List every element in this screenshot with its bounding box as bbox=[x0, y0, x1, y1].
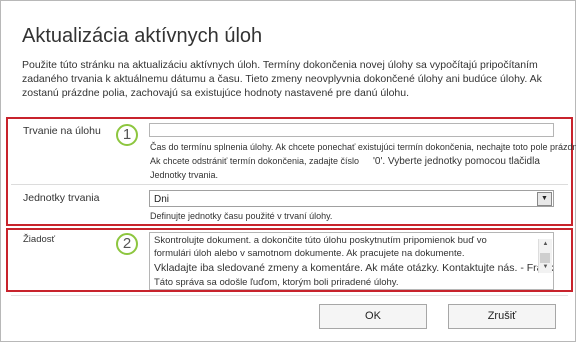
units-label: Jednotky trvania bbox=[23, 192, 100, 204]
duration-hint-line2b: '0'. Vyberte jednotky pomocou tlačidla bbox=[373, 156, 540, 167]
scroll-down-icon[interactable]: ▼ bbox=[539, 262, 552, 273]
units-select[interactable]: Dni ▼ bbox=[149, 190, 554, 207]
request-scrollbar[interactable]: ▲ ▼ bbox=[538, 239, 552, 273]
duration-input[interactable] bbox=[149, 123, 554, 137]
callout-1-icon: 1 bbox=[116, 124, 138, 146]
chevron-down-icon[interactable]: ▼ bbox=[537, 192, 552, 206]
duration-hint-line2a: Ak chcete odstrániť termín dokončenia, z… bbox=[150, 156, 359, 166]
scroll-up-icon[interactable]: ▲ bbox=[539, 239, 552, 250]
update-active-tasks-dialog: Aktualizácia aktívnych úloh Použite túto… bbox=[0, 0, 576, 342]
footer-separator bbox=[11, 295, 568, 296]
dialog-title: Aktualizácia aktívnych úloh bbox=[22, 25, 263, 47]
intro-text: Použite túto stránku na aktualizáciu akt… bbox=[22, 59, 542, 99]
request-line-2: formulári úloh alebo v samotnom dokument… bbox=[154, 248, 465, 259]
row-separator bbox=[11, 184, 568, 185]
request-textarea[interactable]: Skontrolujte dokument. a dokončite túto … bbox=[149, 232, 554, 290]
ok-button[interactable]: OK bbox=[319, 304, 427, 329]
request-label: Žiadosť bbox=[23, 234, 56, 245]
request-line-3: Vkladajte iba sledované zmeny a komentár… bbox=[154, 262, 554, 274]
request-line-1: Skontrolujte dokument. a dokončite túto … bbox=[154, 235, 487, 246]
duration-hint-line3: Jednotky trvania. bbox=[150, 170, 219, 180]
duration-label: Trvanie na úlohu bbox=[23, 125, 101, 137]
request-line-4: Táto správa sa odošle ľuďom, ktorým boli… bbox=[154, 277, 399, 288]
duration-hint-line1: Čas do termínu splnenia úlohy. Ak chcete… bbox=[150, 142, 576, 152]
units-hint: Definujte jednotky času použité v trvaní… bbox=[150, 211, 333, 221]
cancel-button[interactable]: Zrušiť bbox=[448, 304, 556, 329]
callout-2-icon: 2 bbox=[116, 233, 138, 255]
units-selected-value: Dni bbox=[154, 194, 170, 205]
